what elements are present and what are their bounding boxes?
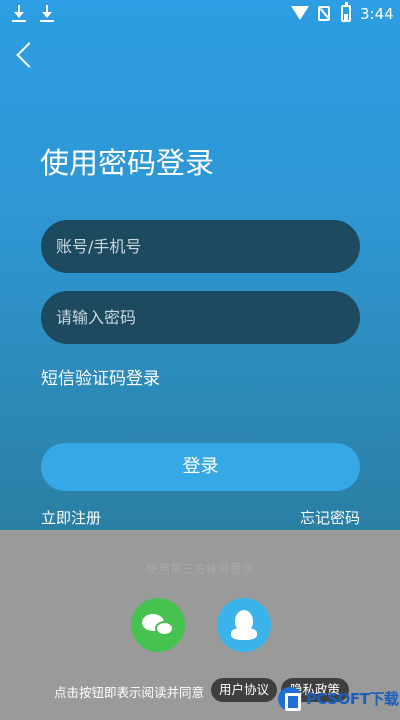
user-agreement-link[interactable]: 用户协议 xyxy=(211,678,277,702)
battery-icon xyxy=(341,2,351,22)
status-time: 3:44 xyxy=(360,5,394,23)
back-button[interactable] xyxy=(10,38,40,72)
wifi-icon xyxy=(291,6,309,20)
third-party-label: 使用第三方帐号登录 xyxy=(145,562,254,576)
password-input[interactable]: 请输入密码 xyxy=(41,291,360,344)
wechat-login-button[interactable] xyxy=(131,598,185,652)
register-link[interactable]: 立即注册 xyxy=(41,507,101,528)
status-bar: 3:44 xyxy=(0,0,400,30)
page-title: 使用密码登录 xyxy=(40,146,215,180)
download-icon xyxy=(12,5,26,23)
watermark-text: PCSOFT下载 xyxy=(306,690,399,708)
agreement-text: 点击按钮即表示阅读并同意 xyxy=(54,685,205,700)
watermark-logo-icon xyxy=(278,687,302,711)
no-sim-icon xyxy=(318,6,330,21)
download-icon xyxy=(40,5,54,23)
wechat-icon-bubble xyxy=(155,621,174,636)
login-button[interactable]: 登录 xyxy=(41,443,360,491)
qq-login-button[interactable] xyxy=(217,598,271,652)
account-input[interactable]: 账号/手机号 xyxy=(41,220,360,273)
watermark: PCSOFT下载 xyxy=(278,685,400,720)
forgot-password-link[interactable]: 忘记密码 xyxy=(300,507,360,528)
qq-icon-body xyxy=(231,628,257,640)
sms-login-link[interactable]: 短信验证码登录 xyxy=(41,364,160,389)
